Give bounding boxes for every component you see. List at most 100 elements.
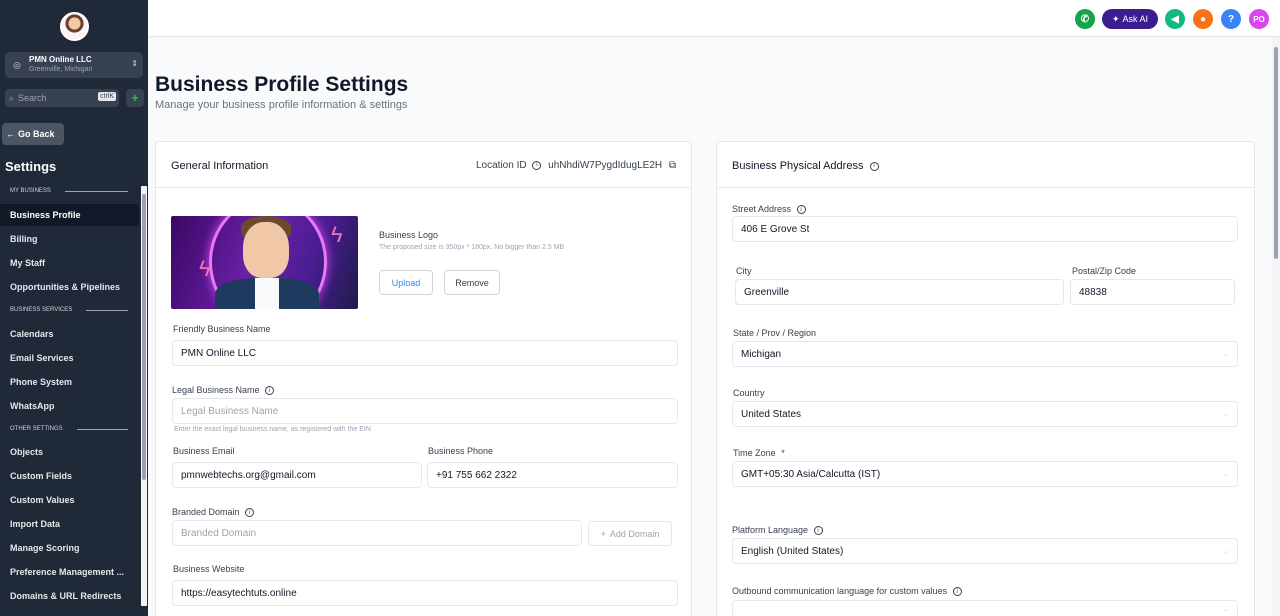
- ask-ai-button[interactable]: ✦ Ask AI: [1102, 9, 1158, 29]
- card-title: Business Physical Address: [732, 160, 864, 172]
- account-switcher[interactable]: ◎ PMN Online LLC Greenville, Michigan ⇕: [5, 52, 143, 78]
- sidebar-item-opportunities[interactable]: Opportunities & Pipelines: [0, 276, 139, 298]
- sidebar: ◎ PMN Online LLC Greenville, Michigan ⇕ …: [0, 0, 148, 616]
- user-avatar-button[interactable]: PO: [1249, 9, 1269, 29]
- info-icon[interactable]: i: [796, 205, 806, 215]
- branded-domain-label: Branded Domain: [172, 507, 240, 517]
- sidebar-item-manage-scoring[interactable]: Manage Scoring: [0, 537, 139, 559]
- legal-name-label: Legal Business Name: [172, 385, 260, 395]
- state-label: State / Prov / Region: [733, 328, 817, 338]
- user-initials: PO: [1253, 14, 1265, 24]
- sparkle-icon: ✦: [1111, 13, 1120, 24]
- country-select[interactable]: United States ⌄: [732, 401, 1238, 427]
- branded-domain-input[interactable]: Branded Domain: [172, 520, 582, 546]
- business-phone-input[interactable]: +91 755 662 2322: [427, 462, 678, 488]
- bell-icon: ●: [1199, 13, 1207, 25]
- main-content: Business Profile Settings Manage your bu…: [148, 37, 1272, 616]
- settings-nav: MY BUSINESS Business Profile Billing My …: [0, 182, 148, 616]
- state-select[interactable]: Michigan ⌄: [732, 341, 1238, 367]
- go-back-button[interactable]: ← Go Back: [2, 123, 64, 145]
- chevron-updown-icon: ⇕: [131, 59, 138, 68]
- city-label: City: [736, 266, 752, 276]
- settings-title: Settings: [5, 159, 57, 174]
- friendly-name-label: Friendly Business Name: [173, 324, 271, 334]
- platform-language-select[interactable]: English (United States) ⌄: [732, 538, 1238, 564]
- main-scrollbar[interactable]: [1272, 37, 1280, 616]
- go-back-label: Go Back: [18, 129, 55, 139]
- zip-input[interactable]: 48838: [1070, 279, 1235, 305]
- sidebar-item-billing[interactable]: Billing: [0, 228, 139, 250]
- country-value: United States: [741, 408, 802, 420]
- card-title-row: Business Physical Address i: [732, 160, 879, 172]
- section-label: OTHER SETTINGS: [10, 426, 63, 432]
- ask-ai-label: Ask AI: [1122, 14, 1149, 24]
- account-text: PMN Online LLC Greenville, Michigan: [29, 55, 92, 75]
- phone-button[interactable]: ✆: [1075, 9, 1095, 29]
- timezone-value: GMT+05:30 Asia/Calcutta (IST): [741, 468, 881, 480]
- sidebar-item-phone-system[interactable]: Phone System: [0, 371, 139, 393]
- section-label: MY BUSINESS: [10, 188, 51, 194]
- sidebar-scrollbar[interactable]: [141, 186, 147, 606]
- notifications-button[interactable]: ●: [1193, 9, 1213, 29]
- chevron-down-icon: ⌄: [1223, 471, 1229, 478]
- chevron-down-icon: ⌄: [1223, 411, 1229, 418]
- top-bar: ✆ ✦ Ask AI ◀ ● ? PO: [148, 0, 1280, 37]
- phone-icon: ✆: [1080, 13, 1090, 25]
- card-title: General Information: [171, 160, 269, 172]
- scrollbar-thumb[interactable]: [142, 194, 146, 480]
- branded-domain-label-row: Branded Domain i: [172, 507, 255, 518]
- timezone-select[interactable]: GMT+05:30 Asia/Calcutta (IST) ⌄: [732, 461, 1238, 487]
- company-avatar[interactable]: [60, 12, 89, 41]
- sidebar-item-custom-fields[interactable]: Custom Fields: [0, 465, 139, 487]
- sidebar-item-import-data[interactable]: Import Data: [0, 513, 139, 535]
- help-button[interactable]: ?: [1221, 9, 1241, 29]
- business-logo-label: Business Logo: [379, 230, 439, 240]
- info-icon[interactable]: i: [869, 161, 879, 171]
- country-label: Country: [733, 388, 765, 398]
- sidebar-item-domains[interactable]: Domains & URL Redirects: [0, 585, 139, 607]
- section-business-services: BUSINESS SERVICES: [10, 307, 128, 313]
- add-domain-label: Add Domain: [609, 528, 660, 539]
- timezone-label-row: Time Zone *: [733, 448, 785, 458]
- remove-button[interactable]: Remove: [444, 270, 500, 295]
- announcements-button[interactable]: ◀: [1165, 9, 1185, 29]
- business-phone-label: Business Phone: [428, 446, 494, 456]
- friendly-name-input[interactable]: PMN Online LLC: [172, 340, 678, 366]
- business-email-input[interactable]: pmnwebtechs.org@gmail.com: [172, 462, 422, 488]
- outbound-language-label-row: Outbound communication language for cust…: [732, 586, 962, 597]
- info-icon[interactable]: i: [245, 508, 255, 518]
- lightning-icon: +: [131, 91, 139, 105]
- search-placeholder: Search: [18, 93, 47, 103]
- info-icon[interactable]: i: [813, 526, 823, 536]
- copy-icon[interactable]: ⧉: [669, 160, 676, 171]
- scrollbar-thumb[interactable]: [1274, 47, 1278, 259]
- state-value: Michigan: [741, 348, 782, 360]
- street-input[interactable]: 406 E Grove St: [732, 216, 1238, 242]
- upload-button[interactable]: Upload: [379, 270, 433, 295]
- business-website-input[interactable]: https://easytechtuts.online: [172, 580, 678, 606]
- sidebar-item-custom-values[interactable]: Custom Values: [0, 489, 139, 511]
- legal-name-input[interactable]: Legal Business Name: [172, 398, 678, 424]
- sidebar-item-objects[interactable]: Objects: [0, 441, 139, 463]
- legal-name-hint: Enter the exact legal business name, as …: [174, 426, 371, 433]
- info-icon[interactable]: i: [952, 587, 962, 597]
- arrow-left-icon: ←: [6, 129, 15, 139]
- sidebar-item-email-services[interactable]: Email Services: [0, 347, 139, 369]
- add-domain-button[interactable]: + Add Domain: [588, 521, 672, 546]
- info-icon[interactable]: i: [532, 160, 542, 170]
- info-icon[interactable]: i: [265, 386, 275, 396]
- quick-action-button[interactable]: +: [126, 89, 144, 107]
- sidebar-item-business-profile[interactable]: Business Profile: [0, 204, 139, 226]
- sidebar-item-preference-management[interactable]: Preference Management ...: [0, 561, 139, 583]
- app-root: ◎ PMN Online LLC Greenville, Michigan ⇕ …: [0, 0, 1280, 616]
- chevron-down-icon: ⌄: [1223, 548, 1229, 555]
- location-id-value: uhNhdiW7PygdIdugLE2H: [548, 160, 663, 171]
- sidebar-item-calendars[interactable]: Calendars: [0, 323, 139, 345]
- location-id-label: Location ID: [476, 160, 527, 171]
- card-header: General Information Location ID i uhNhdi…: [156, 142, 691, 188]
- sidebar-item-whatsapp[interactable]: WhatsApp: [0, 395, 139, 417]
- search-input[interactable]: ⌕ Search ctrlK: [5, 89, 119, 107]
- city-input[interactable]: Greenville: [735, 279, 1064, 305]
- outbound-language-select[interactable]: ⌄: [732, 600, 1238, 616]
- sidebar-item-my-staff[interactable]: My Staff: [0, 252, 139, 274]
